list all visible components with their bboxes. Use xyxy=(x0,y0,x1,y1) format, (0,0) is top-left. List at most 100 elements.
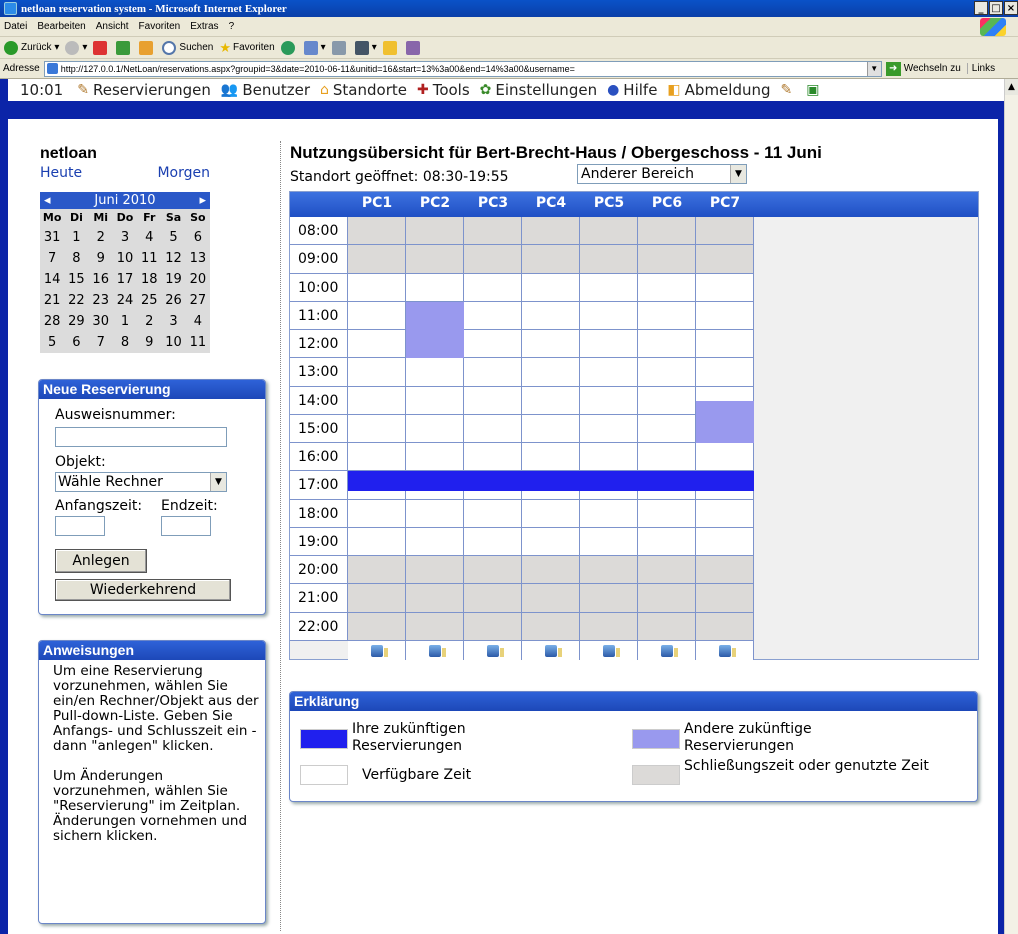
available-slot[interactable] xyxy=(522,386,580,415)
available-slot[interactable] xyxy=(464,273,522,302)
nav-tools[interactable]: ✚ Tools xyxy=(417,81,470,99)
available-slot[interactable] xyxy=(522,499,580,528)
go-button[interactable]: ➜ Wechseln zu xyxy=(885,61,961,76)
available-slot[interactable] xyxy=(464,527,522,556)
menu-favoriten[interactable]: Favoriten xyxy=(139,21,181,32)
available-slot[interactable] xyxy=(522,527,580,556)
calendar-day[interactable]: 2 xyxy=(89,227,113,248)
available-slot[interactable] xyxy=(638,443,696,472)
calendar-day[interactable]: 6 xyxy=(186,227,210,248)
stop-button[interactable] xyxy=(93,40,110,55)
available-slot[interactable] xyxy=(464,386,522,415)
start-time-input[interactable] xyxy=(55,516,105,536)
menu-help[interactable]: ? xyxy=(229,21,235,32)
available-slot[interactable] xyxy=(580,273,638,302)
available-slot[interactable] xyxy=(348,386,406,415)
other-reservation-block[interactable] xyxy=(406,301,464,359)
scroll-up-icon[interactable]: ▲ xyxy=(1005,79,1018,95)
calendar-day[interactable]: 3 xyxy=(161,311,185,332)
available-slot[interactable] xyxy=(638,330,696,359)
available-slot[interactable] xyxy=(348,330,406,359)
available-slot[interactable] xyxy=(522,414,580,443)
chevron-down-icon[interactable]: ▼ xyxy=(730,165,746,183)
pc-icon-cell[interactable] xyxy=(522,641,580,660)
available-slot[interactable] xyxy=(348,301,406,330)
tomorrow-link[interactable]: Morgen xyxy=(157,165,210,181)
calendar-day[interactable]: 10 xyxy=(161,332,185,353)
home-button[interactable] xyxy=(139,40,156,55)
nav-abmeldung[interactable]: ◧ Abmeldung xyxy=(667,81,770,99)
available-slot[interactable] xyxy=(464,358,522,387)
folder-button[interactable] xyxy=(382,40,400,55)
calendar-day[interactable]: 8 xyxy=(64,248,88,269)
available-slot[interactable] xyxy=(406,443,464,472)
available-slot[interactable] xyxy=(406,386,464,415)
address-input[interactable]: http://127.0.0.1/NetLoan/reservations.as… xyxy=(43,60,882,77)
available-slot[interactable] xyxy=(580,330,638,359)
available-slot[interactable] xyxy=(580,358,638,387)
nav-hilfe[interactable]: ● Hilfe xyxy=(607,81,657,99)
pc-icon-cell[interactable] xyxy=(580,641,638,660)
calendar-day[interactable]: 29 xyxy=(64,311,88,332)
available-slot[interactable] xyxy=(696,358,754,387)
available-slot[interactable] xyxy=(638,301,696,330)
available-slot[interactable] xyxy=(522,358,580,387)
calendar-day[interactable]: 28 xyxy=(40,311,64,332)
calendar-day[interactable]: 20 xyxy=(186,269,210,290)
card-number-input[interactable] xyxy=(55,427,227,447)
next-month-icon[interactable]: ▸ xyxy=(199,193,206,208)
calendar-day[interactable]: 5 xyxy=(40,332,64,353)
calendar-day[interactable]: 11 xyxy=(186,332,210,353)
favorites-button[interactable]: ★ Favoriten xyxy=(219,40,274,56)
chevron-down-icon[interactable]: ▼ xyxy=(210,473,226,491)
nav-standorte[interactable]: ⌂ Standorte xyxy=(320,81,407,99)
calendar-day[interactable]: 9 xyxy=(89,248,113,269)
available-slot[interactable] xyxy=(406,273,464,302)
print-button[interactable] xyxy=(331,40,349,55)
close-icon[interactable]: × xyxy=(1004,1,1018,15)
calendar-day[interactable]: 24 xyxy=(113,290,137,311)
media-button[interactable] xyxy=(280,40,298,55)
forward-button[interactable]: ▾ xyxy=(65,40,87,55)
prev-month-icon[interactable]: ◂ xyxy=(44,193,51,208)
available-slot[interactable] xyxy=(406,527,464,556)
available-slot[interactable] xyxy=(638,499,696,528)
available-slot[interactable] xyxy=(522,273,580,302)
available-slot[interactable] xyxy=(696,527,754,556)
calendar-day[interactable]: 27 xyxy=(186,290,210,311)
available-slot[interactable] xyxy=(406,358,464,387)
nav-benutzer[interactable]: 👥 Benutzer xyxy=(221,81,310,99)
available-slot[interactable] xyxy=(638,414,696,443)
available-slot[interactable] xyxy=(464,301,522,330)
calendar-day[interactable]: 22 xyxy=(64,290,88,311)
calendar-day[interactable]: 18 xyxy=(137,269,161,290)
available-slot[interactable] xyxy=(348,414,406,443)
available-slot[interactable] xyxy=(580,527,638,556)
recurring-button[interactable]: Wiederkehrend xyxy=(55,579,231,601)
calendar-day[interactable]: 6 xyxy=(64,332,88,353)
calendar-day[interactable]: 30 xyxy=(89,311,113,332)
pc-icon-cell[interactable] xyxy=(348,641,406,660)
pc-icon-cell[interactable] xyxy=(638,641,696,660)
minimize-icon[interactable]: _ xyxy=(974,1,988,15)
calendar-day[interactable]: 21 xyxy=(40,290,64,311)
available-slot[interactable] xyxy=(406,414,464,443)
nav-einstellungen[interactable]: ✿ Einstellungen xyxy=(480,81,597,99)
available-slot[interactable] xyxy=(348,499,406,528)
available-slot[interactable] xyxy=(348,443,406,472)
calendar-day[interactable]: 19 xyxy=(161,269,185,290)
object-select[interactable]: Wähle Rechner ▼ xyxy=(55,472,227,492)
research-button[interactable] xyxy=(405,40,423,55)
calendar-day[interactable]: 17 xyxy=(113,269,137,290)
available-slot[interactable] xyxy=(522,301,580,330)
end-time-input[interactable] xyxy=(161,516,211,536)
edit-button[interactable]: ▾ xyxy=(354,40,377,55)
refresh-button[interactable] xyxy=(116,40,133,55)
available-slot[interactable] xyxy=(348,527,406,556)
calendar-day[interactable]: 10 xyxy=(113,248,137,269)
nav-refresh[interactable]: ▣ xyxy=(806,82,823,98)
calendar-day[interactable]: 31 xyxy=(40,227,64,248)
available-slot[interactable] xyxy=(580,301,638,330)
available-slot[interactable] xyxy=(696,330,754,359)
calendar-day[interactable]: 3 xyxy=(113,227,137,248)
